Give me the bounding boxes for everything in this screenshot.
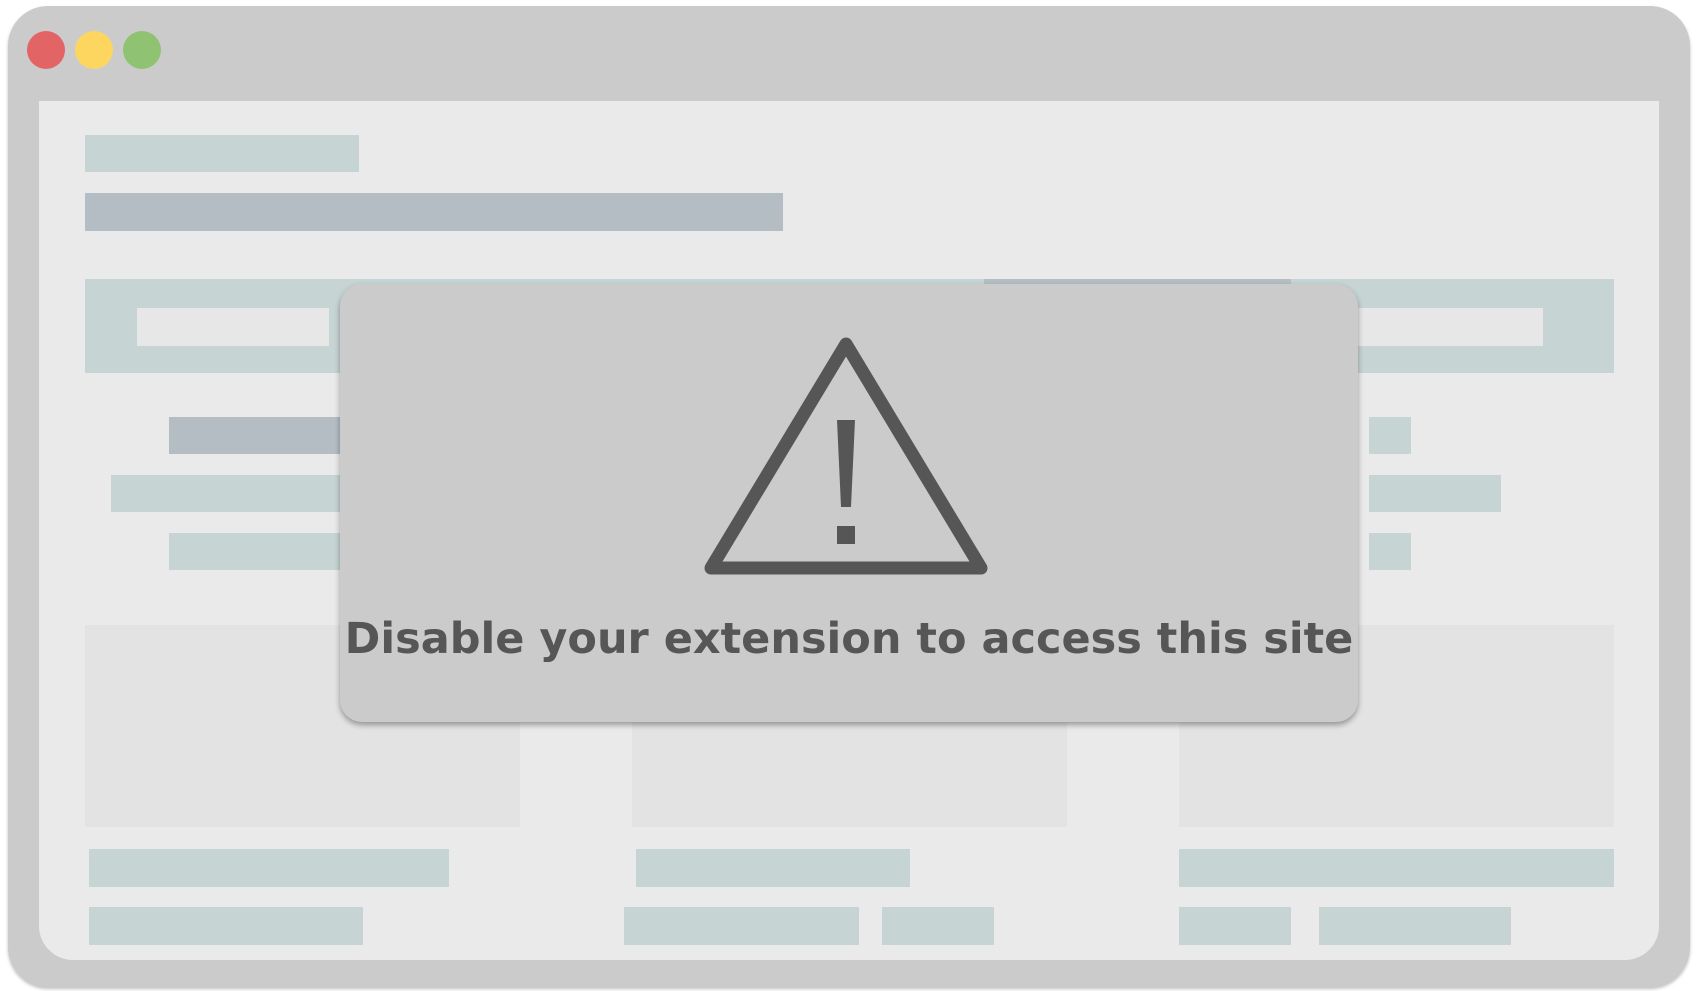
- maximize-window-button[interactable]: [123, 31, 161, 69]
- placeholder-banner-field-right: [1339, 308, 1543, 346]
- placeholder-line: [1369, 475, 1501, 512]
- placeholder-title: [85, 135, 359, 172]
- minimize-window-button[interactable]: [75, 31, 113, 69]
- placeholder-caption: [1319, 907, 1511, 945]
- warning-message: Disable your extension to access this si…: [344, 614, 1354, 664]
- placeholder-line: [111, 475, 371, 512]
- placeholder-caption: [1179, 849, 1614, 887]
- warning-triangle-icon: [704, 337, 988, 575]
- close-window-button[interactable]: [27, 31, 65, 69]
- placeholder-subtitle: [85, 193, 783, 231]
- adblock-warning-dialog: Disable your extension to access this si…: [340, 284, 1358, 722]
- placeholder-line: [1369, 533, 1411, 570]
- placeholder-banner-field-left: [137, 308, 329, 346]
- placeholder-caption: [1179, 907, 1291, 945]
- placeholder-caption: [89, 849, 449, 887]
- placeholder-line: [169, 417, 369, 454]
- placeholder-caption: [89, 907, 363, 945]
- placeholder-line: [1369, 417, 1411, 454]
- placeholder-caption: [636, 849, 910, 887]
- placeholder-caption: [624, 907, 859, 945]
- placeholder-line: [169, 533, 369, 570]
- placeholder-caption: [882, 907, 994, 945]
